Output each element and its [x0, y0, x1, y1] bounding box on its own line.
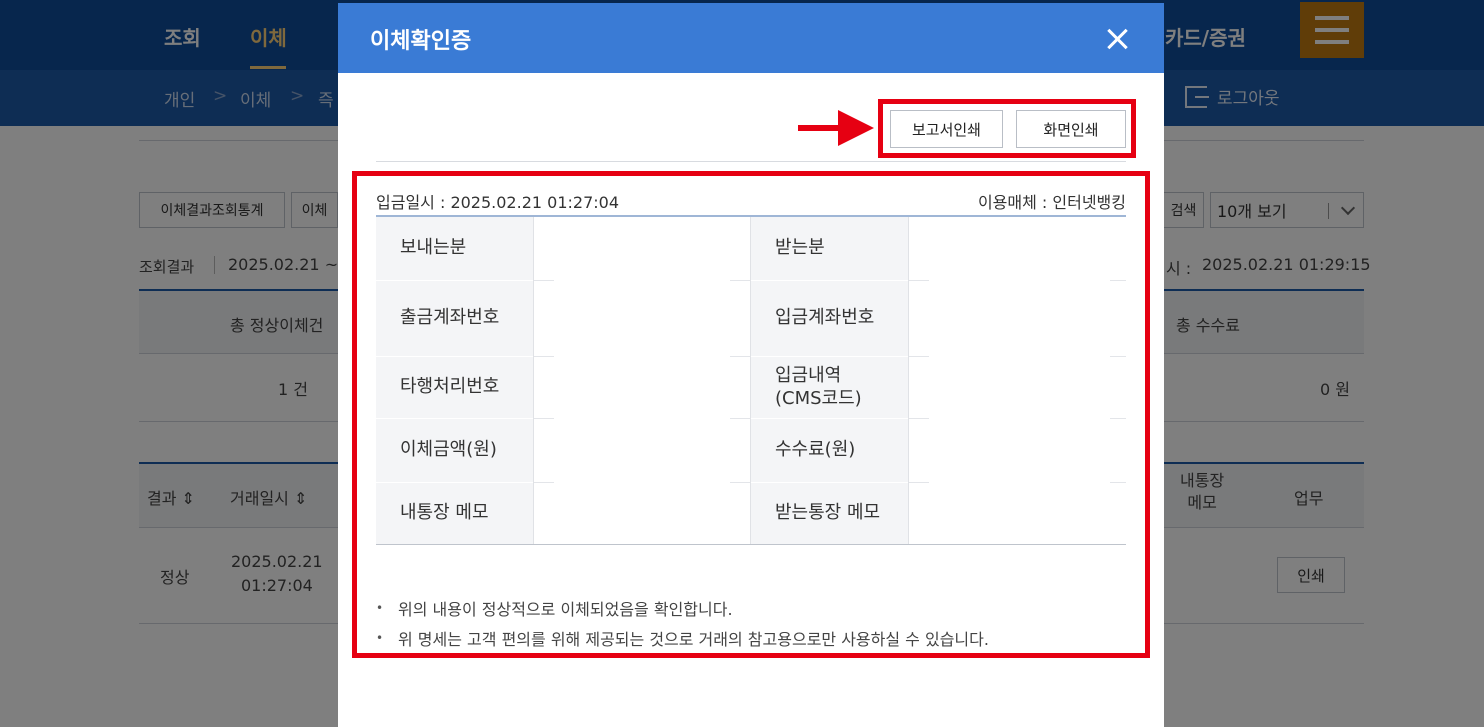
notes-list: • 위의 내용이 정상적으로 이체되었음을 확인합니다. • 위 명세는 고객 편의…: [376, 593, 1126, 653]
report-print-button[interactable]: 보고서인쇄: [890, 110, 1003, 148]
label-sender: 보내는분: [376, 217, 533, 280]
label-deposit-detail-line1: 입금내역: [775, 365, 842, 386]
channel: 이용매체 : 인터넷뱅킹: [977, 193, 1126, 212]
table-bottom-border: [376, 544, 1126, 545]
deposit-datetime: 입금일시 : 2025.02.21 01:27:04: [376, 193, 619, 212]
note-item: • 위의 내용이 정상적으로 이체되었음을 확인합니다.: [376, 600, 733, 619]
value-receiver-memo: [909, 483, 1126, 544]
value-my-memo: [534, 483, 750, 544]
red-arrow-icon: [798, 125, 842, 131]
label-fee: 수수료(원): [751, 419, 908, 482]
label-deposit-detail: 입금내역 (CMS코드): [751, 357, 908, 418]
modal-title: 이체확인증: [370, 29, 472, 54]
value-fee: [909, 419, 1126, 482]
value-amount: [534, 419, 750, 482]
label-amount: 이체금액(원): [376, 419, 533, 482]
label-receiver: 받는분: [751, 217, 908, 280]
value-withdraw-account: [534, 281, 750, 356]
value-deposit-account: [909, 281, 1126, 356]
modal-header: 이체확인증: [338, 3, 1164, 73]
close-icon[interactable]: [1106, 27, 1130, 51]
value-receiver: [909, 217, 1126, 280]
value-sender: [534, 217, 750, 280]
label-receiver-memo: 받는통장 메모: [751, 483, 908, 544]
label-deposit-account: 입금계좌번호: [751, 281, 908, 356]
label-other-bank-ref: 타행처리번호: [376, 357, 533, 418]
label-deposit-detail-line2: (CMS코드): [775, 387, 862, 409]
transfer-confirmation-modal: 이체확인증 보고서인쇄 화면인쇄 입금일시 : 2025.02.21 01:27…: [338, 3, 1164, 727]
note-item: • 위 명세는 고객 편의를 위해 제공되는 것으로 거래의 참고용으로만 사용하…: [376, 630, 989, 649]
value-other-bank-ref: [534, 357, 750, 418]
red-arrow-head: [838, 110, 874, 146]
label-withdraw-account: 출금계좌번호: [376, 281, 533, 356]
divider: [376, 161, 1126, 162]
label-my-memo: 내통장 메모: [376, 483, 533, 544]
screen-print-button[interactable]: 화면인쇄: [1016, 110, 1126, 148]
value-deposit-detail: [909, 357, 1126, 418]
